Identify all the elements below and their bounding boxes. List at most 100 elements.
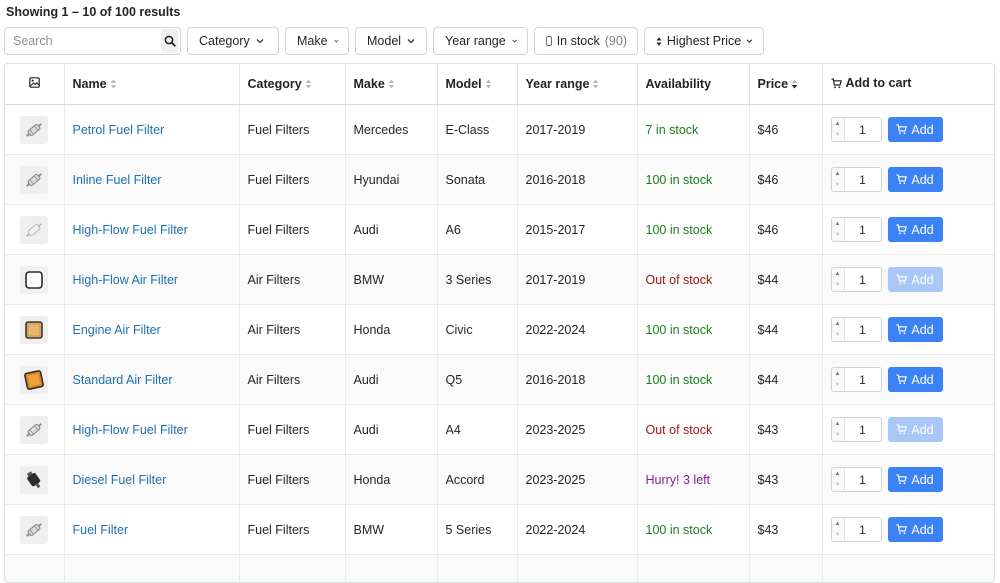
name-column-header[interactable]: Name <box>64 64 239 105</box>
model-cell: Accord <box>437 455 517 505</box>
name-cell: Standard Air Filter <box>64 355 239 405</box>
sort-label: Highest Price <box>667 34 741 48</box>
add-to-cart-button[interactable]: Add <box>888 317 943 342</box>
product-name-link[interactable]: High-Flow Air Filter <box>73 273 179 287</box>
availability-column-header: Availability <box>637 64 749 105</box>
year-range-filter[interactable]: Year range <box>433 27 528 55</box>
add-to-cart-button[interactable]: Add <box>888 217 943 242</box>
year-range-cell: 2023-2025 <box>517 405 637 455</box>
product-thumbnail[interactable] <box>20 466 48 494</box>
product-thumbnail[interactable] <box>20 566 48 583</box>
quantity-input[interactable] <box>845 118 881 141</box>
product-thumbnail[interactable] <box>20 366 48 394</box>
make-filter[interactable]: Make <box>285 27 349 55</box>
product-thumbnail[interactable] <box>20 116 48 144</box>
sort-icon <box>485 79 492 89</box>
add-to-cart-button[interactable]: Add <box>888 417 943 442</box>
product-name-link[interactable]: Fuel Filter <box>73 523 129 537</box>
cart-icon <box>896 424 907 435</box>
add-to-cart-button[interactable]: Add <box>888 267 943 292</box>
quantity-input[interactable] <box>845 318 881 341</box>
quantity-input[interactable] <box>845 468 881 491</box>
quantity-input[interactable] <box>845 418 881 441</box>
increment-icon[interactable]: ▲ <box>832 318 844 330</box>
decrement-icon[interactable]: ▼ <box>832 430 844 442</box>
product-thumbnail[interactable] <box>20 216 48 244</box>
add-button-label: Add <box>911 523 933 537</box>
year-range-cell: 2016-2018 <box>517 155 637 205</box>
increment-icon[interactable]: ▲ <box>832 218 844 230</box>
quantity-input[interactable] <box>845 218 881 241</box>
price-cell: $43 <box>749 405 822 455</box>
product-name-link[interactable]: High-Flow Fuel Filter <box>73 423 188 437</box>
category-column-header[interactable]: Category <box>239 64 345 105</box>
quantity-input[interactable] <box>845 168 881 191</box>
increment-icon[interactable]: ▲ <box>832 518 844 530</box>
name-header-label: Name <box>73 77 107 91</box>
decrement-icon[interactable]: ▼ <box>832 530 844 542</box>
add-to-cart-button[interactable]: Add <box>888 517 943 542</box>
add-button-label: Add <box>911 173 933 187</box>
category-cell: Fuel Filters <box>239 105 345 155</box>
quantity-input[interactable] <box>845 368 881 391</box>
add-to-cart-button[interactable]: Add <box>888 167 943 192</box>
make-column-header[interactable]: Make <box>345 64 437 105</box>
add-to-cart-button[interactable]: Add <box>888 117 943 142</box>
cart-icon <box>896 324 907 335</box>
product-name-link[interactable]: Standard Air Filter <box>73 373 173 387</box>
year-range-column-header[interactable]: Year range <box>517 64 637 105</box>
add-to-cart-controls: ▲ ▼ Add <box>831 467 987 492</box>
model-filter[interactable]: Model <box>355 27 427 55</box>
product-thumbnail[interactable] <box>20 166 48 194</box>
model-header-label: Model <box>446 77 482 91</box>
search-button[interactable] <box>161 29 178 53</box>
year-range-cell: 2017-2019 <box>517 105 637 155</box>
add-to-cart-button[interactable]: Add <box>888 367 943 392</box>
make-cell: BMW <box>345 255 437 305</box>
product-name-link[interactable]: High-Flow Fuel Filter <box>73 223 188 237</box>
table-row: High-Flow Fuel Filter Fuel Filters Audi … <box>5 405 994 455</box>
decrement-icon[interactable]: ▼ <box>832 180 844 192</box>
increment-icon[interactable]: ▲ <box>832 168 844 180</box>
quantity-input[interactable] <box>845 518 881 541</box>
category-header-label: Category <box>248 77 302 91</box>
decrement-icon[interactable]: ▼ <box>832 280 844 292</box>
category-cell: Fuel Filters <box>239 205 345 255</box>
decrement-icon[interactable]: ▼ <box>832 380 844 392</box>
sort-select[interactable]: Highest Price <box>644 27 764 55</box>
increment-icon[interactable]: ▲ <box>832 418 844 430</box>
product-thumbnail[interactable] <box>20 316 48 344</box>
increment-icon[interactable]: ▲ <box>832 268 844 280</box>
add-to-cart-cell: ▲ ▼ Add <box>822 455 994 505</box>
decrement-icon[interactable]: ▼ <box>832 230 844 242</box>
availability-cell: 100 in stock <box>637 205 749 255</box>
product-thumbnail[interactable] <box>20 516 48 544</box>
product-name-link[interactable]: Inline Fuel Filter <box>73 173 162 187</box>
decrement-icon[interactable]: ▼ <box>832 130 844 142</box>
search-input[interactable] <box>5 28 161 54</box>
decrement-icon[interactable]: ▼ <box>832 330 844 342</box>
product-name-link[interactable]: Petrol Fuel Filter <box>73 123 165 137</box>
in-stock-checkbox[interactable] <box>546 36 552 46</box>
cart-icon <box>896 224 907 235</box>
price-column-header[interactable]: Price <box>749 64 822 105</box>
in-stock-filter[interactable]: In stock (90) <box>534 27 638 55</box>
decrement-icon[interactable]: ▼ <box>832 480 844 492</box>
increment-icon[interactable]: ▲ <box>832 468 844 480</box>
category-filter[interactable]: Category <box>187 27 279 55</box>
increment-icon[interactable]: ▲ <box>832 118 844 130</box>
quantity-input[interactable] <box>845 268 881 291</box>
add-to-cart-button[interactable]: Add <box>888 467 943 492</box>
table-row: Engine Air Filter Air Filters Honda Civi… <box>5 305 994 355</box>
product-thumbnail[interactable] <box>20 266 48 294</box>
product-thumbnail[interactable] <box>20 416 48 444</box>
product-name-link[interactable]: Diesel Fuel Filter <box>73 473 167 487</box>
product-name-link[interactable]: Engine Air Filter <box>73 323 161 337</box>
model-column-header[interactable]: Model <box>437 64 517 105</box>
chevron-down-icon <box>512 37 517 45</box>
increment-icon[interactable]: ▲ <box>832 368 844 380</box>
make-filter-label: Make <box>297 34 328 48</box>
cart-icon <box>896 274 907 285</box>
price-cell: $46 <box>749 105 822 155</box>
quantity-stepper: ▲ ▼ <box>831 517 882 542</box>
